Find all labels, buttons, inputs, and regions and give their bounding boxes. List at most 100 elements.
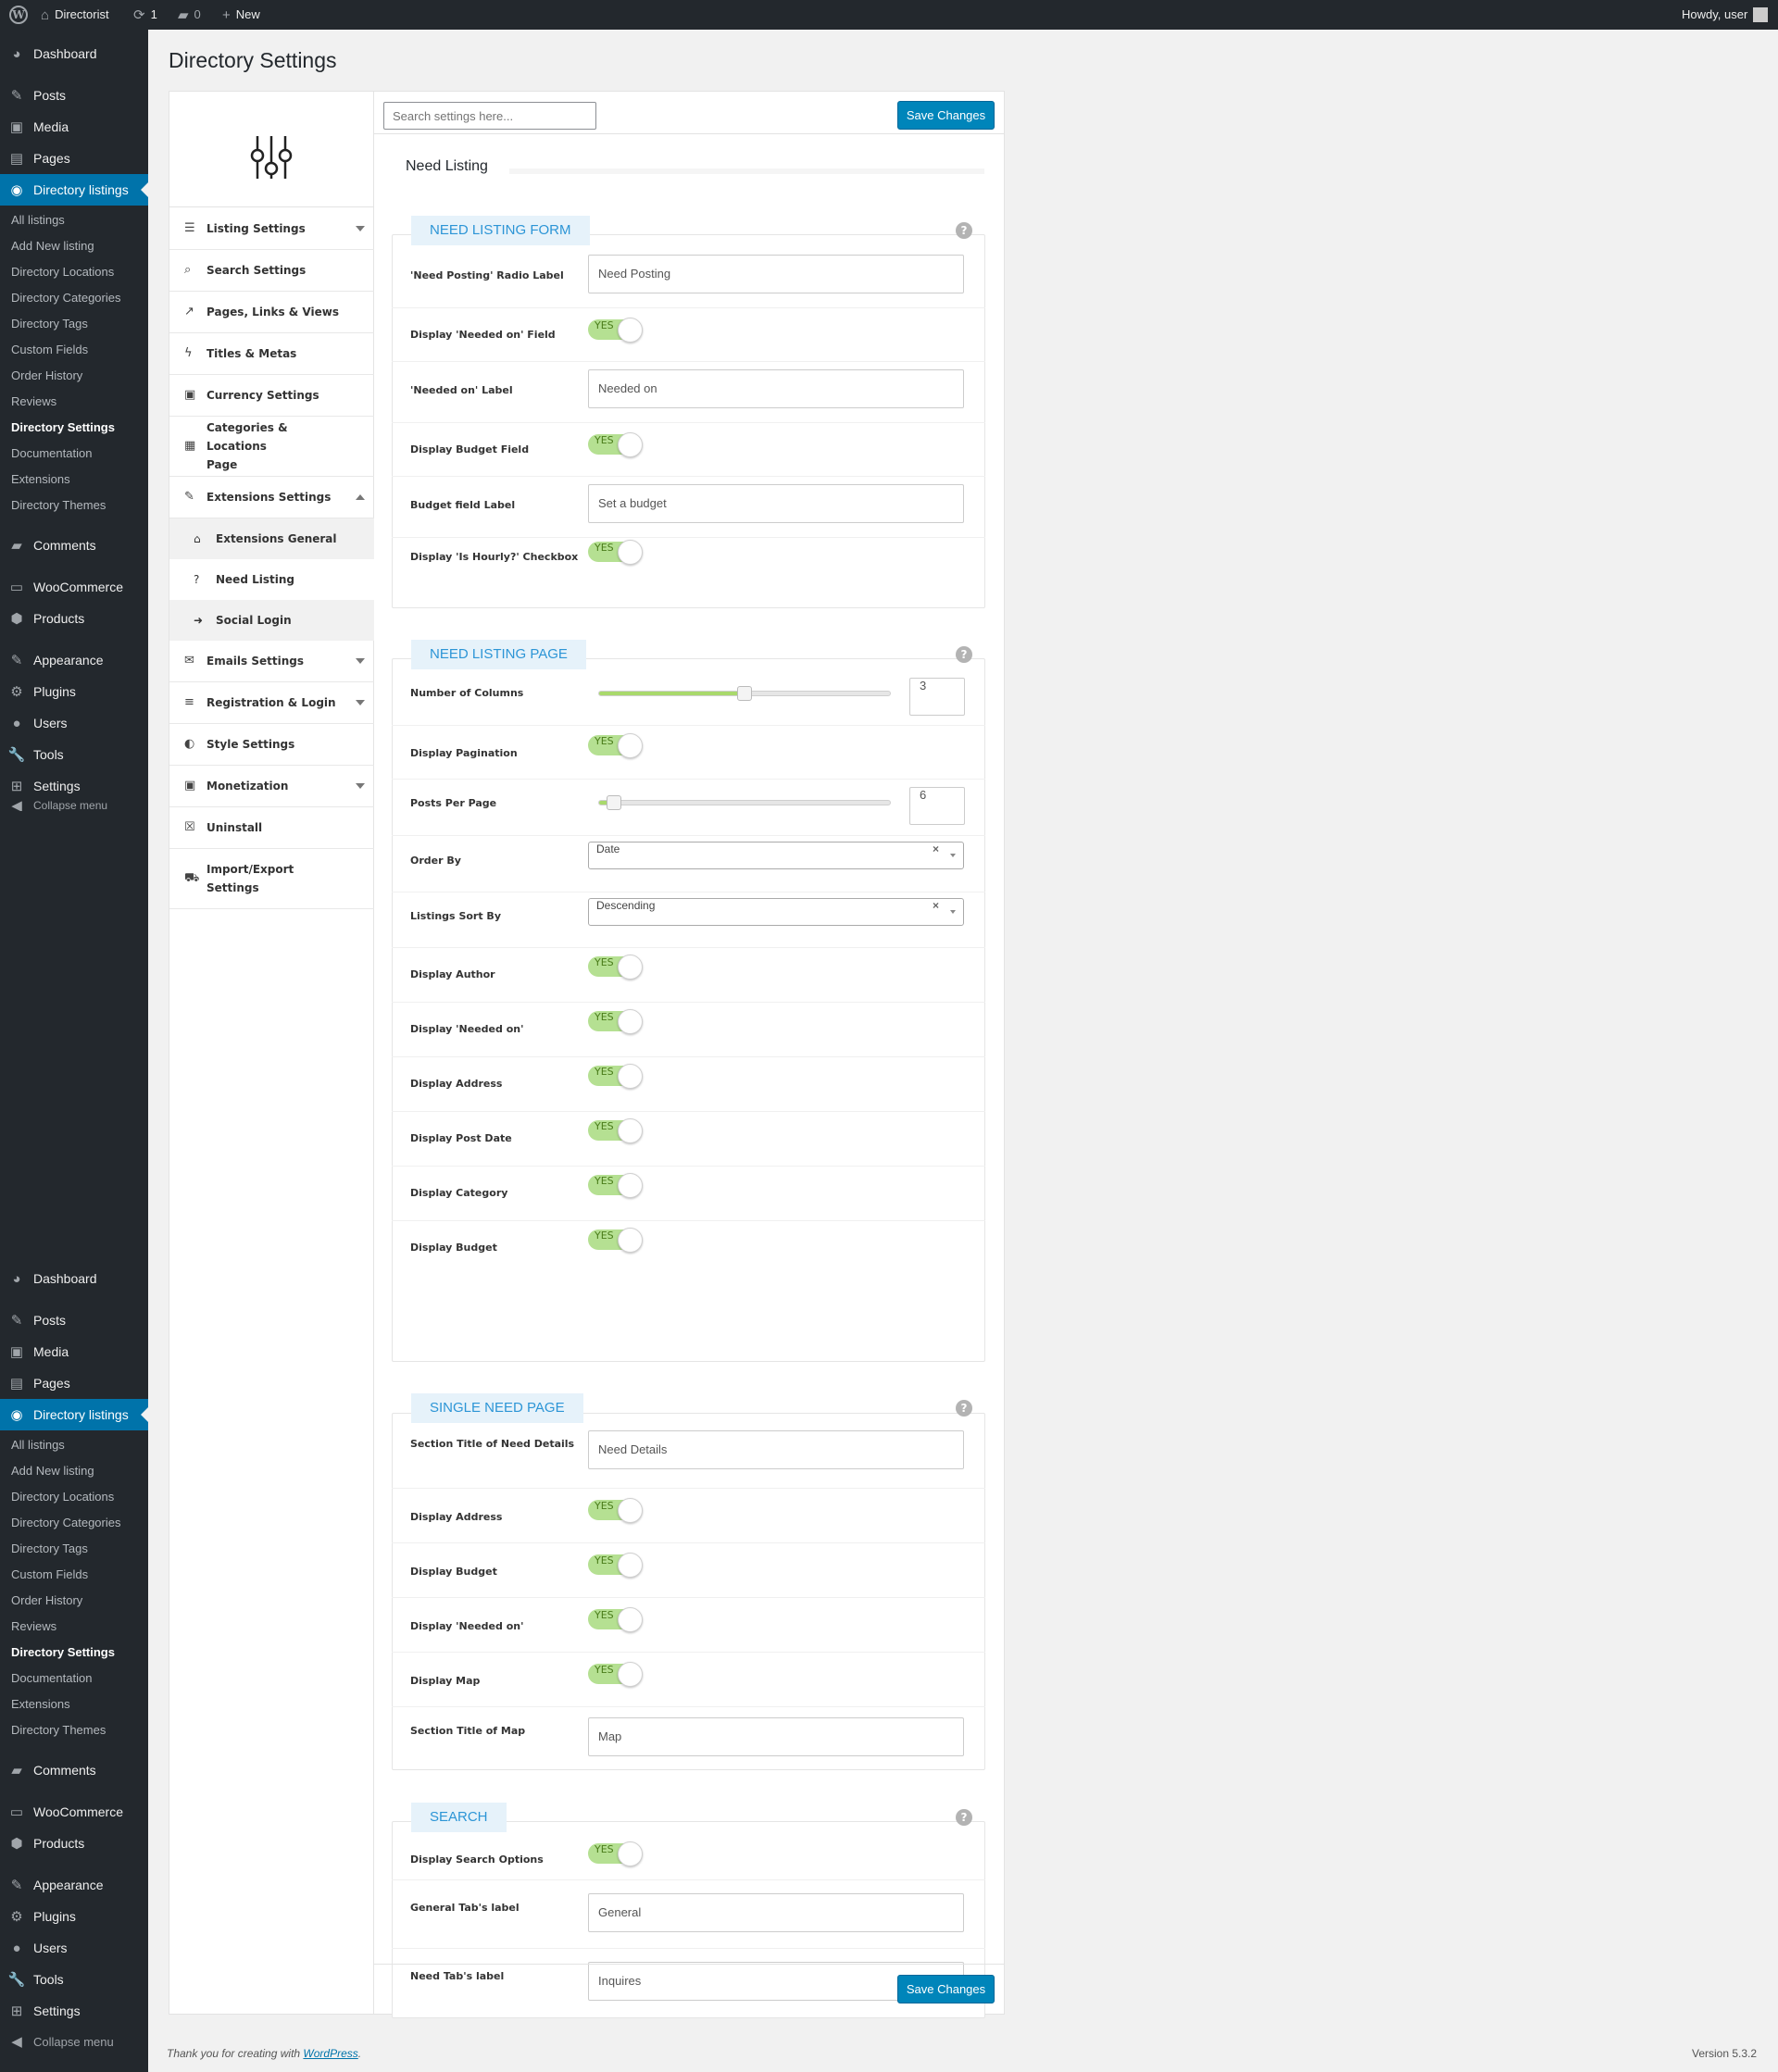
menu-item-appearance[interactable]: ✎ Appearance [0,1869,148,1901]
submenu-item-all-listings[interactable]: All listings [0,1438,148,1452]
toggle-switch[interactable]: YES [588,1841,644,1866]
text-input[interactable]: Map [588,1717,964,1756]
submenu-item-reviews[interactable]: Reviews [0,1619,148,1633]
submenu-item-directory-settings[interactable]: Directory Settings [0,420,148,434]
submenu-item-extensions[interactable]: Extensions [0,1697,148,1711]
range-slider[interactable] [598,686,891,701]
help-icon[interactable]: ? [956,1809,972,1826]
menu-item-appearance[interactable]: ✎ Appearance [0,644,148,676]
comments-link[interactable]: ▰ 0 [178,0,201,30]
submenu-item-all-listings[interactable]: All listings [0,213,148,227]
toggle-switch[interactable]: YES [588,540,644,565]
text-input[interactable]: Need Details [588,1430,964,1469]
submenu-item-custom-fields[interactable]: Custom Fields [0,343,148,356]
menu-item-tools[interactable]: 🔧 Tools [0,739,148,770]
menu-item-products[interactable]: ⬢ Products [0,1828,148,1859]
nav-sub-social-login[interactable]: ➜ Social Login [169,600,374,641]
updates-link[interactable]: ⟳ 1 [133,0,157,30]
submenu-item-directory-themes[interactable]: Directory Themes [0,1723,148,1737]
toggle-switch[interactable]: YES [588,318,644,343]
submenu-item-directory-categories[interactable]: Directory Categories [0,291,148,305]
toggle-switch[interactable]: YES [588,1662,644,1687]
collapse-menu-button[interactable]: ◀ Collapse menu [0,2028,148,2054]
nav-item-listing-settings[interactable]: ☰ Listing Settings [169,208,374,250]
menu-item-comments[interactable]: ▰ Comments [0,1754,148,1786]
wordpress-link[interactable]: WordPress [303,2047,357,2060]
submenu-item-documentation[interactable]: Documentation [0,446,148,460]
menu-item-media[interactable]: ▣ Media [0,1336,148,1367]
nav-item-style-settings[interactable]: ◐ Style Settings [169,724,374,766]
nav-sub-extensions-general[interactable]: ⌂ Extensions General [169,518,374,559]
submenu-item-extensions[interactable]: Extensions [0,472,148,486]
menu-item-directory-listings[interactable]: ◉ Directory listings [0,174,148,206]
toggle-switch[interactable]: YES [588,1498,644,1523]
toggle-switch[interactable]: YES [588,733,644,758]
submenu-item-order-history[interactable]: Order History [0,1593,148,1607]
nav-sub-need-listing[interactable]: ? Need Listing [169,559,374,600]
menu-item-tools[interactable]: 🔧 Tools [0,1964,148,1995]
text-input[interactable]: Need Posting [588,255,964,293]
menu-item-pages[interactable]: ▤ Pages [0,1367,148,1399]
submenu-item-add-new-listing[interactable]: Add New listing [0,239,148,253]
menu-item-settings[interactable]: ⊞ Settings [0,770,148,802]
nav-item-extensions-settings[interactable]: ✎ Extensions Settings [169,477,374,518]
search-settings-input[interactable] [383,102,596,130]
text-input[interactable]: Needed on [588,369,964,408]
nav-item-uninstall[interactable]: ☒ Uninstall [169,807,374,849]
nav-item-categories-locations-page[interactable]: ▦ Categories & Locations Page [169,417,374,477]
toggle-switch[interactable]: YES [588,1064,644,1089]
select-dropdown[interactable]: Date × [588,842,964,869]
toggle-switch[interactable]: YES [588,1118,644,1143]
nav-item-search-settings[interactable]: ⌕ Search Settings [169,250,374,292]
submenu-item-order-history[interactable]: Order History [0,368,148,382]
help-icon[interactable]: ? [956,222,972,239]
menu-item-woocommerce[interactable]: ▭ WooCommerce [0,1796,148,1828]
number-input[interactable]: 3 [909,678,965,716]
nav-item-import-export-settings[interactable]: ⛟ Import/Export Settings [169,849,374,909]
nav-item-titles-metas[interactable]: ϟ Titles & Metas [169,333,374,375]
menu-item-plugins[interactable]: ⚙ Plugins [0,1901,148,1932]
submenu-item-directory-categories[interactable]: Directory Categories [0,1516,148,1529]
submenu-item-directory-tags[interactable]: Directory Tags [0,1542,148,1555]
toggle-switch[interactable]: YES [588,432,644,457]
nav-item-pages-links-views[interactable]: ↗ Pages, Links & Views [169,292,374,333]
toggle-switch[interactable]: YES [588,1228,644,1253]
submenu-item-documentation[interactable]: Documentation [0,1671,148,1685]
text-input[interactable]: General [588,1893,964,1932]
text-input[interactable]: Set a budget [588,484,964,523]
menu-item-media[interactable]: ▣ Media [0,111,148,143]
menu-item-dashboard[interactable]: ◕ Dashboard [0,1263,148,1294]
my-account-link[interactable]: Howdy, user [1682,0,1769,30]
menu-item-pages[interactable]: ▤ Pages [0,143,148,174]
nav-item-monetization[interactable]: ▣ Monetization [169,766,374,807]
range-slider[interactable] [598,795,891,810]
wp-logo-icon[interactable]: W [9,0,28,30]
site-name-link[interactable]: ⌂ Directorist [41,0,109,30]
menu-item-plugins[interactable]: ⚙ Plugins [0,676,148,707]
submenu-item-directory-locations[interactable]: Directory Locations [0,265,148,279]
menu-item-woocommerce[interactable]: ▭ WooCommerce [0,571,148,603]
nav-item-emails-settings[interactable]: ✉ Emails Settings [169,641,374,682]
submenu-item-add-new-listing[interactable]: Add New listing [0,1464,148,1478]
submenu-item-directory-tags[interactable]: Directory Tags [0,317,148,331]
submenu-item-directory-locations[interactable]: Directory Locations [0,1490,148,1504]
help-icon[interactable]: ? [956,646,972,663]
submenu-item-directory-themes[interactable]: Directory Themes [0,498,148,512]
menu-item-users[interactable]: ● Users [0,1932,148,1964]
select-dropdown[interactable]: Descending × [588,898,964,926]
submenu-item-custom-fields[interactable]: Custom Fields [0,1567,148,1581]
menu-item-settings[interactable]: ⊞ Settings [0,1995,148,2027]
menu-item-products[interactable]: ⬢ Products [0,603,148,634]
menu-item-directory-listings[interactable]: ◉ Directory listings [0,1399,148,1430]
collapse-menu-partial[interactable]: ◀ Collapse menu [0,800,148,811]
nav-item-registration-login[interactable]: ≡ Registration & Login [169,682,374,724]
toggle-switch[interactable]: YES [588,1173,644,1198]
submenu-item-directory-settings[interactable]: Directory Settings [0,1645,148,1659]
toggle-switch[interactable]: YES [588,1009,644,1034]
menu-item-users[interactable]: ● Users [0,707,148,739]
menu-item-dashboard[interactable]: ◕ Dashboard [0,38,148,69]
slider-handle[interactable] [606,795,621,810]
number-input[interactable]: 6 [909,787,965,825]
slider-handle[interactable] [737,686,752,701]
menu-item-posts[interactable]: ✎ Posts [0,80,148,111]
